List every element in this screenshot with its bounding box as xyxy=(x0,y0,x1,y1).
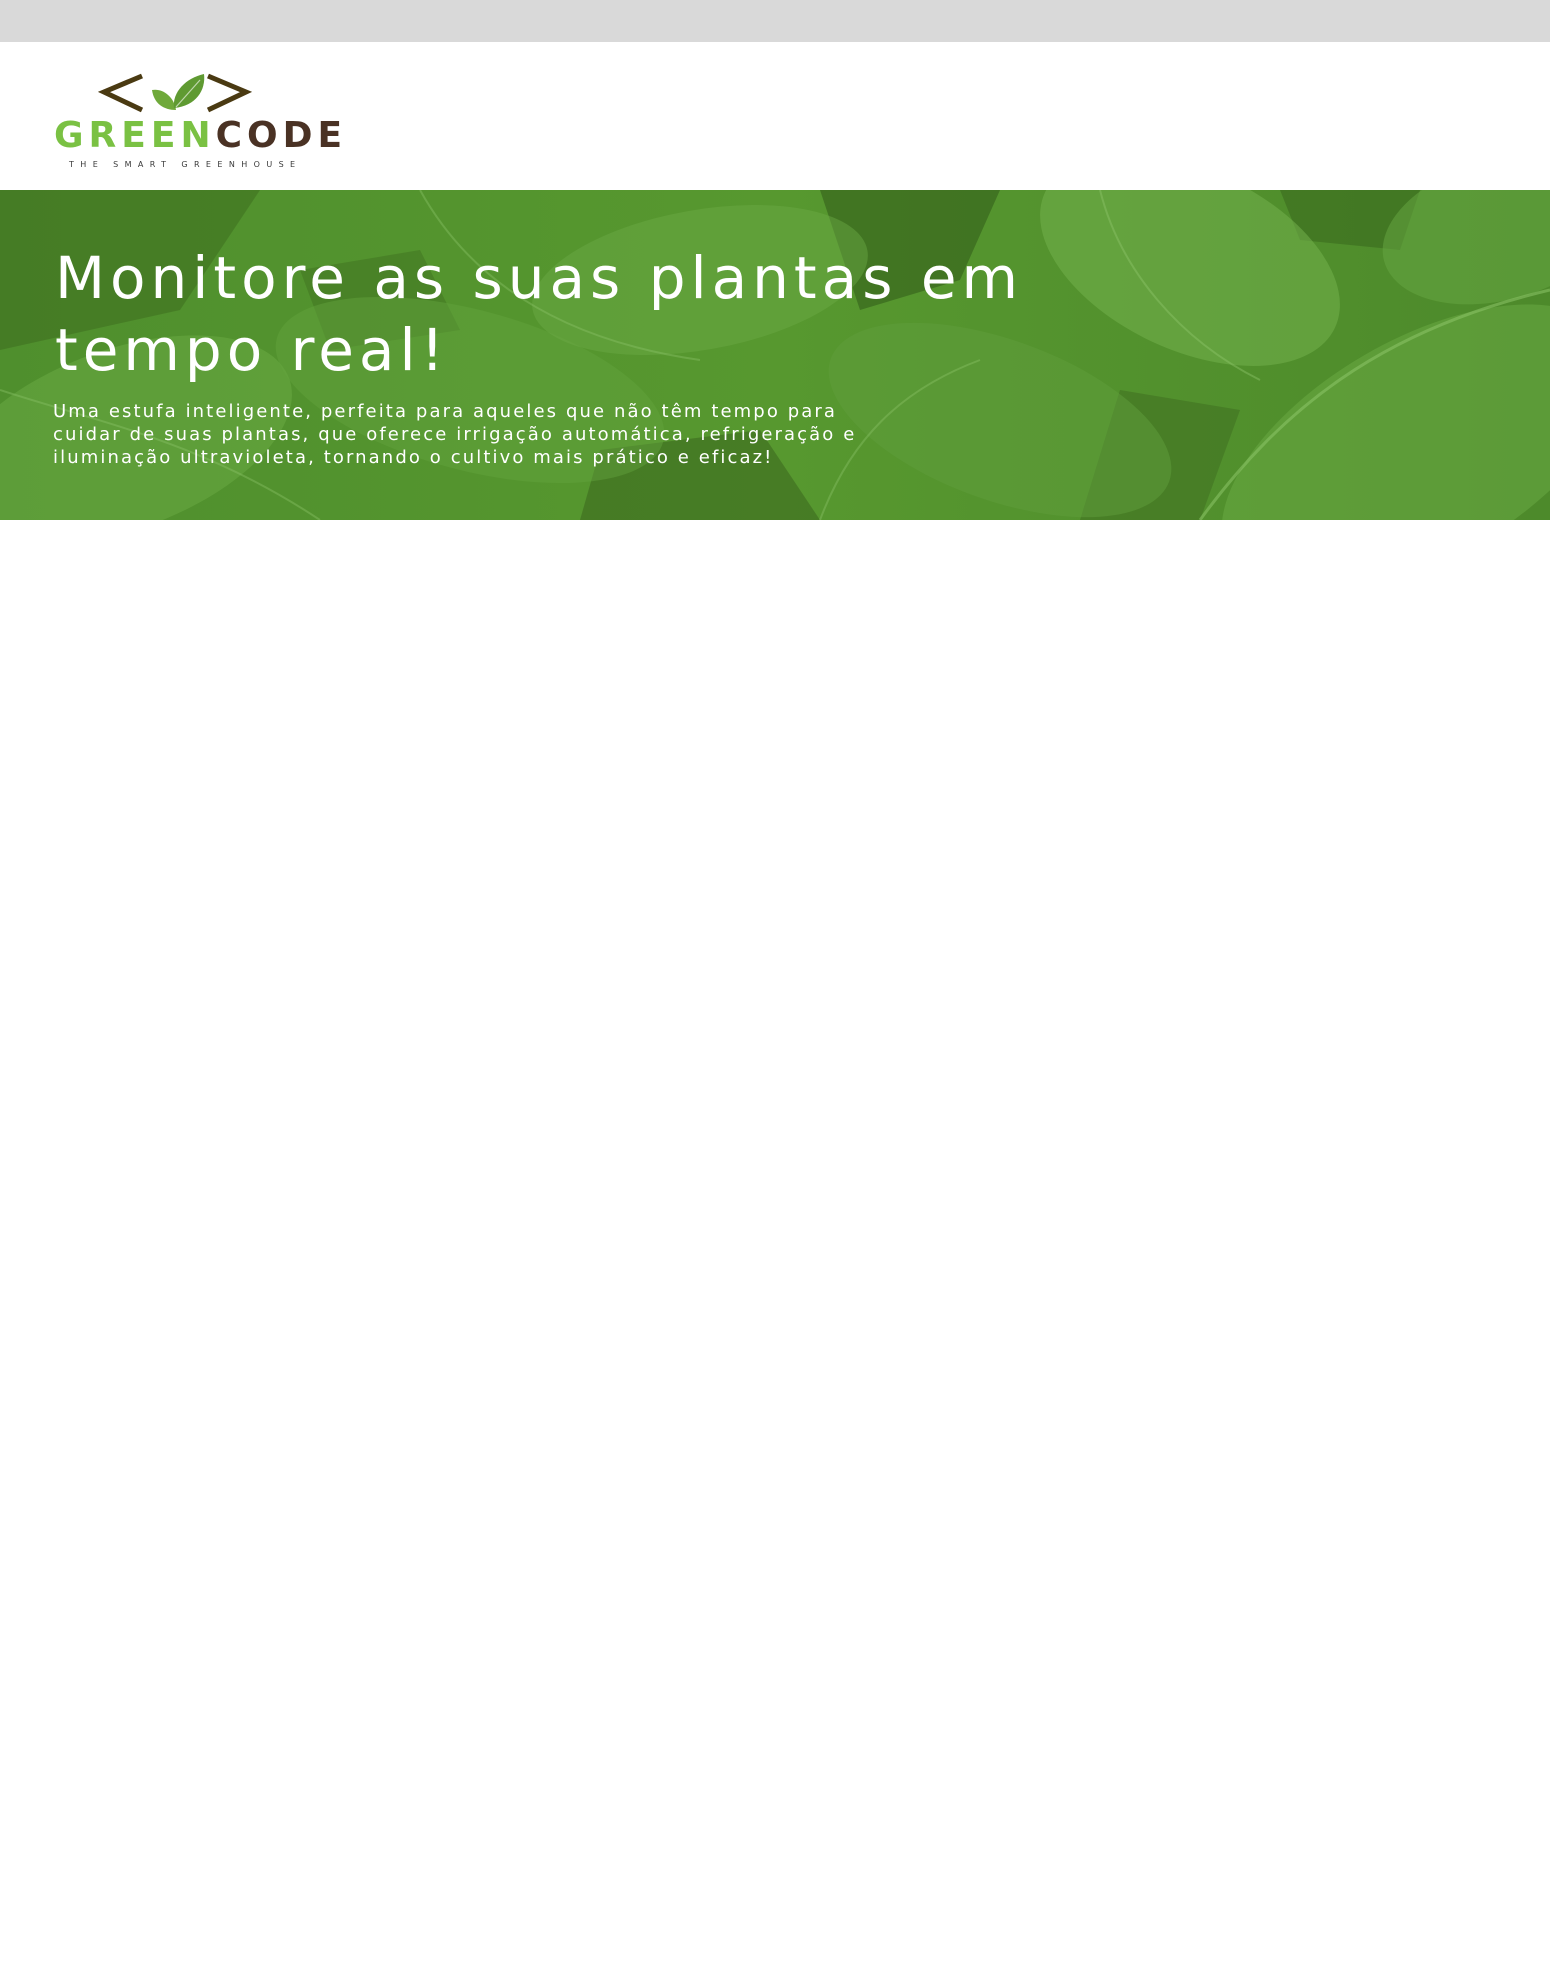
logo-word-green: GREEN xyxy=(54,115,216,156)
hero-description: Uma estufa inteligente, perfeita para aq… xyxy=(53,401,857,468)
site-header: GREENCODE THE SMART GREENHOUSE xyxy=(0,42,1550,190)
logo-wordmark: GREENCODE xyxy=(54,116,347,156)
logo-word-code: CODE xyxy=(215,115,348,156)
logo-tagline: THE SMART GREENHOUSE xyxy=(69,160,302,169)
browser-top-strip xyxy=(0,0,1550,42)
hero-title: Monitore as suas plantas em tempo real! xyxy=(55,244,1024,384)
hero-banner: Monitore as suas plantas em tempo real! … xyxy=(0,190,1550,520)
greencode-logo[interactable]: GREENCODE THE SMART GREENHOUSE xyxy=(54,72,342,169)
